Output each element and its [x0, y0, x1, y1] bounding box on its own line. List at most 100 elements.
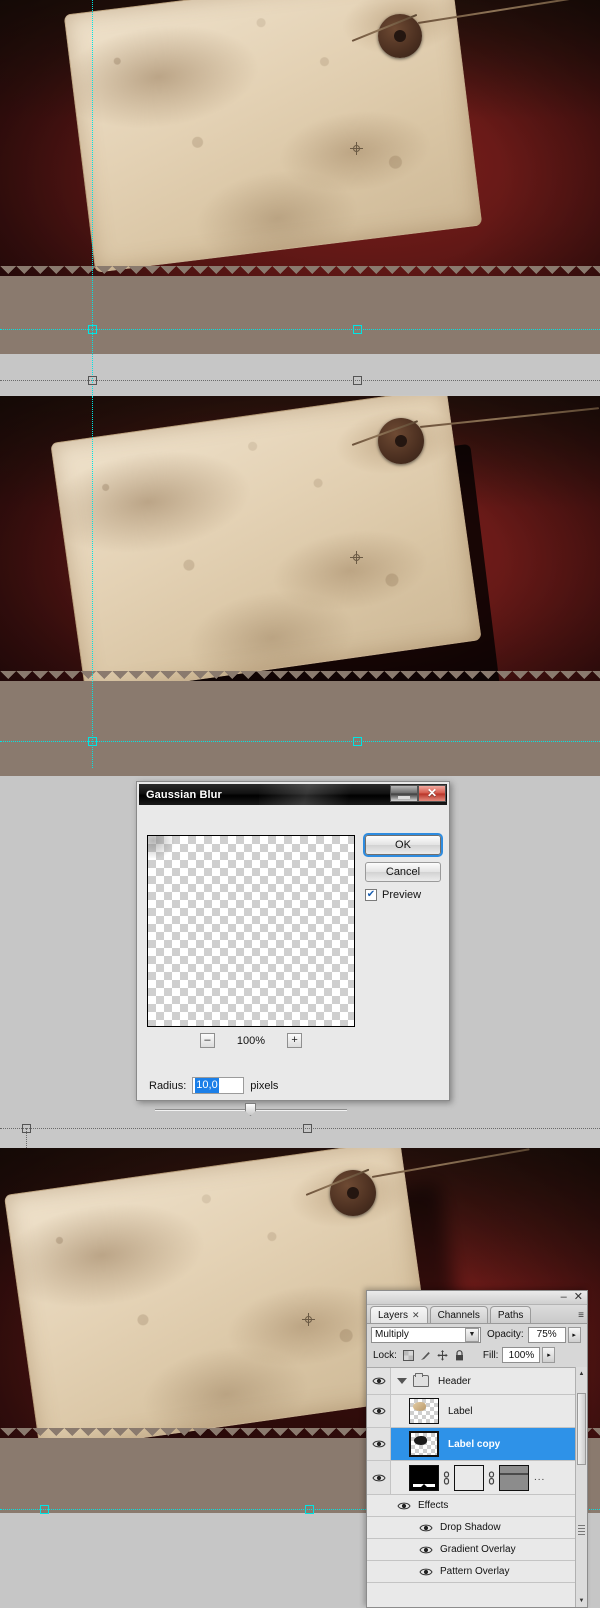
layers-panel[interactable]: – ✕ Layers ✕ Channels Paths ≡ Multiply ▼ … [366, 1290, 588, 1608]
table-row[interactable]: ... [367, 1461, 587, 1495]
radius-input[interactable]: 10,0 [192, 1077, 245, 1094]
thumbnail-content [413, 1402, 426, 1411]
tab-layers[interactable]: Layers ✕ [370, 1306, 428, 1323]
link-icon[interactable] [442, 1470, 451, 1485]
lock-all-icon[interactable] [454, 1349, 465, 1361]
layer-visibility-toggle[interactable] [367, 1461, 391, 1494]
dialog-titlebar[interactable]: Gaussian Blur ✕ [139, 784, 447, 805]
eye-icon[interactable] [397, 1501, 411, 1511]
eye-icon[interactable] [371, 1439, 386, 1449]
layer-overflow-ellipsis[interactable]: ... [534, 1472, 545, 1483]
layer-thumbnail[interactable] [409, 1431, 439, 1457]
radius-slider[interactable] [155, 1103, 347, 1117]
opacity-value: 75% [536, 1329, 557, 1340]
checkbox-checked-icon[interactable]: ✔ [365, 889, 377, 901]
thumbnail-content [414, 1436, 427, 1445]
guide-horizontal-gray-lower[interactable] [0, 1128, 600, 1129]
preview-checkbox-row[interactable]: ✔ Preview [365, 889, 441, 901]
guide-vertical-middle[interactable] [92, 396, 93, 768]
layer-thumbnail[interactable] [409, 1398, 439, 1424]
layer-list-scrollbar[interactable]: ▲ ▼ [575, 1367, 587, 1607]
layer-visibility-toggle[interactable] [367, 1428, 391, 1460]
group-expand-triangle-icon[interactable] [397, 1378, 407, 1384]
layer-list[interactable]: Header Label Label copy ... Effects Drop… [367, 1367, 587, 1607]
eye-icon[interactable] [371, 1406, 386, 1416]
panel-close-icon[interactable]: ✕ [574, 1292, 583, 1303]
tab-channels-label: Channels [437, 1310, 480, 1321]
layer-visibility-toggle[interactable] [367, 1368, 391, 1394]
guide-vertical-gray-lower[interactable] [26, 1128, 27, 1148]
selection-handle[interactable] [353, 325, 362, 334]
table-row[interactable]: Header [367, 1368, 587, 1395]
link-icon[interactable] [487, 1470, 496, 1485]
scrollbar-grip[interactable] [578, 1525, 585, 1535]
tag-grommet-hole-middle [395, 435, 407, 447]
scroll-down-icon[interactable]: ▼ [577, 1596, 586, 1605]
document-canvas-middle[interactable] [0, 396, 600, 768]
selection-handle[interactable] [353, 737, 362, 746]
fill-stepper-icon[interactable]: ▸ [542, 1347, 556, 1363]
lock-transparent-pixels-icon[interactable] [402, 1349, 414, 1361]
titlebar-sheen [259, 784, 379, 805]
panel-window-buttons[interactable]: – ✕ [561, 1292, 583, 1303]
lock-image-pixels-icon[interactable] [420, 1350, 431, 1361]
table-row[interactable]: Label copy [367, 1428, 587, 1461]
ok-button[interactable]: OK [365, 835, 441, 855]
panel-tab-strip[interactable]: Layers ✕ Channels Paths ≡ [367, 1305, 587, 1324]
layer-name: Label copy [448, 1438, 501, 1450]
layer-visibility-toggle[interactable] [367, 1395, 391, 1427]
layer-effects-row[interactable]: Effects [367, 1495, 587, 1517]
effect-drop-shadow-row[interactable]: Drop Shadow [367, 1517, 587, 1539]
zoom-out-button[interactable]: – [199, 1033, 215, 1048]
selection-handle[interactable] [353, 376, 362, 385]
scroll-up-icon[interactable]: ▲ [577, 1369, 586, 1378]
layer-thumbnail[interactable] [409, 1464, 439, 1491]
slider-thumb[interactable] [245, 1103, 256, 1116]
effect-name: Drop Shadow [440, 1522, 501, 1533]
chevron-down-icon[interactable]: ▼ [465, 1327, 479, 1342]
dialog-action-column: OK Cancel ✔ Preview [365, 835, 441, 901]
tab-channels[interactable]: Channels [429, 1306, 488, 1323]
selection-handle[interactable] [88, 376, 97, 385]
selection-handle[interactable] [88, 737, 97, 746]
tab-close-icon[interactable]: ✕ [412, 1310, 420, 1320]
opacity-input[interactable]: 75% [527, 1326, 566, 1343]
effect-gradient-overlay-row[interactable]: Gradient Overlay [367, 1539, 587, 1561]
selection-handle[interactable] [88, 325, 97, 334]
eye-icon[interactable] [419, 1567, 433, 1577]
eye-icon[interactable] [371, 1473, 386, 1483]
dialog-title: Gaussian Blur [146, 788, 222, 801]
effect-pattern-overlay-row[interactable]: Pattern Overlay [367, 1561, 587, 1583]
close-icon[interactable]: ✕ [418, 785, 446, 802]
gaussian-blur-dialog[interactable]: Gaussian Blur ✕ – 100% + Radius: 10,0 pi… [136, 781, 450, 1116]
lock-position-icon[interactable] [437, 1349, 448, 1361]
fill-input[interactable]: 100% [502, 1347, 541, 1363]
eye-icon[interactable] [371, 1376, 386, 1386]
layers-panel-titlebar[interactable]: – ✕ [367, 1291, 587, 1305]
fill-label: Fill: [482, 1349, 499, 1361]
layer-vector-mask-thumbnail[interactable] [499, 1464, 529, 1491]
dialog-window-buttons[interactable]: ✕ [390, 785, 446, 802]
selection-handle[interactable] [40, 1505, 49, 1514]
blend-mode-value: Multiply [375, 1329, 409, 1340]
eye-icon[interactable] [419, 1523, 433, 1533]
cancel-button[interactable]: Cancel [365, 862, 441, 882]
layer-mask-thumbnail[interactable] [454, 1464, 484, 1491]
panel-minimize-button[interactable]: – [561, 1292, 567, 1303]
selection-handle[interactable] [305, 1505, 314, 1514]
minimize-button[interactable] [390, 785, 418, 802]
guide-vertical-top[interactable] [92, 0, 93, 395]
zoom-in-button[interactable]: + [287, 1033, 303, 1048]
selection-handle[interactable] [303, 1124, 312, 1133]
filter-preview-thumbnail[interactable] [147, 835, 355, 1027]
lock-icon-group[interactable] [402, 1349, 465, 1361]
scrollbar-thumb[interactable] [577, 1393, 586, 1465]
blend-mode-select[interactable]: Multiply ▼ [371, 1326, 481, 1343]
table-row[interactable]: Label [367, 1395, 587, 1428]
preview-zoom-controls[interactable]: – 100% + [147, 1033, 355, 1048]
panel-menu-icon[interactable]: ≡ [578, 1310, 584, 1321]
eye-icon[interactable] [419, 1545, 433, 1555]
opacity-stepper-icon[interactable]: ▸ [567, 1326, 581, 1343]
document-canvas-top[interactable] [0, 0, 600, 395]
tab-paths[interactable]: Paths [489, 1306, 532, 1323]
